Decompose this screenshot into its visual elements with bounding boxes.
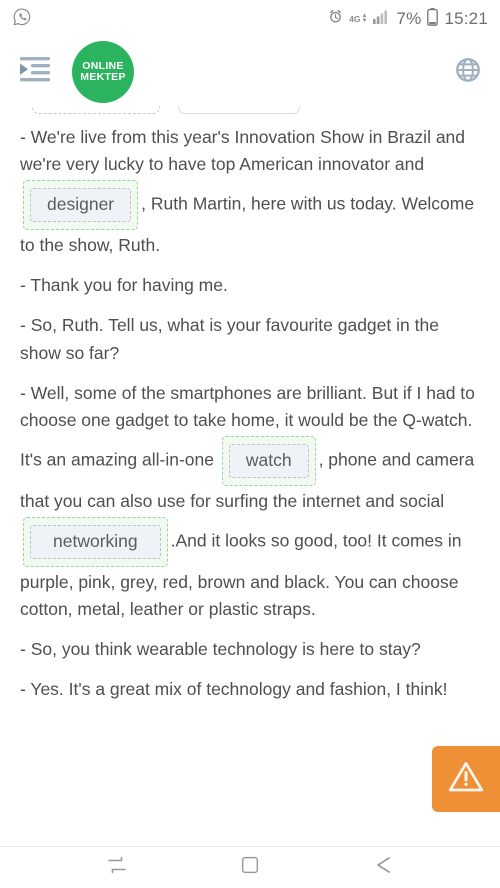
passage-paragraph-6: - Yes. It's a great mix of technology an… xyxy=(20,676,480,703)
recents-icon xyxy=(105,853,129,882)
status-bar-notifications xyxy=(12,7,32,32)
network-type-indicator: 4G ▲ ▼ xyxy=(349,13,368,24)
paragraph-1-text-before: - We're live from this year's Innovation… xyxy=(20,127,466,175)
passage-paragraph-3: - So, Ruth. Tell us, what is your favour… xyxy=(20,312,480,366)
passage-paragraph-1: - We're live from this year's Innovation… xyxy=(20,124,480,259)
word-chip-draggable[interactable] xyxy=(178,106,300,114)
online-mektep-logo[interactable]: ONLINE MEKTEP xyxy=(72,41,134,103)
paragraph-5-text: - So, you think wearable technology is h… xyxy=(20,639,421,659)
logo-line-2: MEKTEP xyxy=(80,71,126,83)
dropzone-designer-answer[interactable]: designer xyxy=(30,188,132,223)
passage-paragraph-2: - Thank you for having me. xyxy=(20,272,480,299)
indent-menu-icon[interactable] xyxy=(18,55,52,90)
report-problem-button[interactable] xyxy=(432,746,500,812)
signal-bars-icon xyxy=(373,10,390,29)
dropzone-networking-answer[interactable]: networking xyxy=(30,524,161,559)
whatsapp-icon xyxy=(12,7,32,32)
clock-label: 15:21 xyxy=(444,9,488,28)
word-bank xyxy=(20,106,480,114)
dropzone-networking[interactable]: networking xyxy=(23,516,168,567)
android-navigation-bar xyxy=(0,846,500,888)
status-bar: 4G ▲ ▼ 7% 15:21 xyxy=(0,0,500,38)
dropzone-watch-answer[interactable]: watch xyxy=(228,443,309,478)
battery-percent-label: 7% xyxy=(396,9,422,28)
paragraph-2-text: - Thank you for having me. xyxy=(20,275,228,296)
status-bar-indicators: 4G ▲ ▼ 7% 15:21 xyxy=(328,7,488,31)
paragraph-6-text: - Yes. It's a great mix of technology an… xyxy=(20,679,448,700)
home-square-icon xyxy=(239,854,261,881)
data-arrows-icon: ▲ ▼ xyxy=(361,13,368,24)
passage-paragraph-5: - So, you think wearable technology is h… xyxy=(20,636,480,663)
reading-passage: - We're live from this year's Innovation… xyxy=(20,124,480,703)
recents-button[interactable] xyxy=(94,851,140,885)
back-button[interactable] xyxy=(360,851,406,885)
word-chip-empty-slot[interactable] xyxy=(32,106,160,114)
warning-triangle-icon xyxy=(447,758,485,801)
battery-icon xyxy=(427,7,439,31)
app-header: ONLINE MEKTEP xyxy=(0,38,500,106)
dropzone-designer[interactable]: designer xyxy=(23,180,139,231)
passage-paragraph-4: - Well, some of the smartphones are bril… xyxy=(20,380,480,623)
lesson-content-scroll[interactable]: - We're live from this year's Innovation… xyxy=(0,106,500,846)
paragraph-3-text: - So, Ruth. Tell us, what is your favour… xyxy=(20,315,439,363)
globe-icon[interactable] xyxy=(454,56,482,89)
back-arrow-icon xyxy=(371,853,395,882)
dropzone-watch[interactable]: watch xyxy=(221,435,316,486)
home-button[interactable] xyxy=(227,851,273,885)
alarm-clock-icon xyxy=(328,9,343,29)
